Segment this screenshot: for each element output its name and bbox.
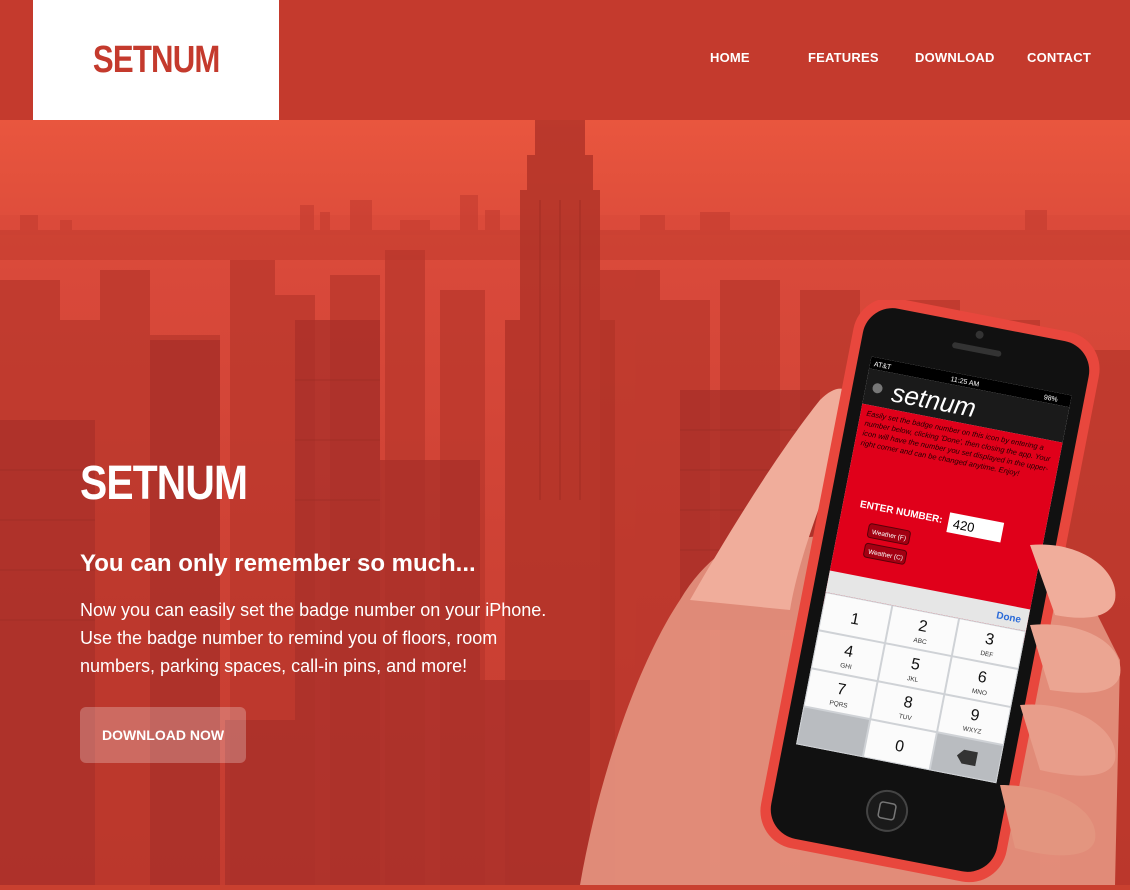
nav-link-contact[interactable]: CONTACT	[1027, 50, 1091, 65]
main-nav: HOME FEATURES DOWNLOAD CONTACT	[690, 50, 1110, 70]
phone-in-hand-image: AT&T 11:25 AM 98% setnum Easily set the …	[560, 297, 1130, 885]
logo[interactable]: SETNUM	[33, 0, 279, 120]
top-navigation-bar: SETNUM HOME FEATURES DOWNLOAD CONTACT	[0, 0, 1130, 120]
hero-title: SETNUM	[80, 457, 248, 510]
download-now-button[interactable]: DOWNLOAD NOW	[80, 707, 246, 763]
logo-text: SETNUM	[92, 38, 220, 81]
hero-description: Now you can easily set the badge number …	[80, 600, 547, 676]
nav-link-download[interactable]: DOWNLOAD	[915, 50, 995, 65]
hero-subtitle: You can only remember so much...	[80, 550, 476, 577]
nav-link-features[interactable]: FEATURES	[808, 50, 879, 65]
nav-link-home[interactable]: HOME	[710, 50, 750, 65]
